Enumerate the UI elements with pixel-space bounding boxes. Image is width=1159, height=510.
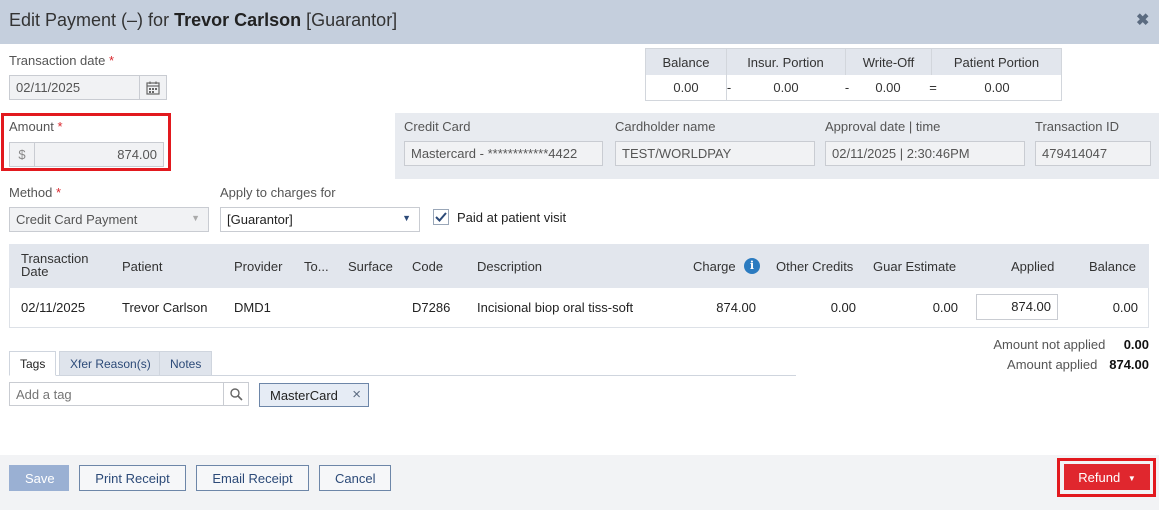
apply-to-select[interactable]: [Guarantor] ▼ [220,207,420,232]
summary-op-minus: - [726,80,732,95]
col-charge[interactable]: Charge [693,259,736,274]
credit-card-label: Credit Card [404,119,471,134]
credit-card-field: Mastercard - ************4422 [404,141,603,166]
currency-prefix: $ [9,142,35,167]
method-value: Credit Card Payment [16,212,138,227]
cell-guar-estimate: 0.00 [932,300,958,315]
col-transaction-date[interactable]: Transaction Date [21,252,88,278]
tab-tags[interactable]: Tags [9,351,57,376]
amount-input[interactable]: 874.00 [34,142,164,167]
search-icon [230,388,243,401]
save-button[interactable]: Save [9,465,69,491]
close-icon[interactable]: ✖ [1136,10,1149,30]
col-balance[interactable]: Balance [1089,259,1136,274]
summary-writeoff: 0.00 [875,80,901,95]
amount-label: Amount * [9,119,63,134]
refund-label: Refund [1078,470,1121,485]
method-select[interactable]: Credit Card Payment ▼ [9,207,209,232]
summary-header-patient: Patient Portion [953,55,1040,70]
summary-header-balance: Balance [662,55,710,70]
amount-applied: Amount applied 874.00 [1007,357,1149,372]
cell-other-credits: 0.00 [830,300,856,315]
tag-chip: MasterCard × [259,383,369,407]
cell-transaction-date: 02/11/2025 [21,300,86,315]
summary-insur: 0.00 [773,80,799,95]
col-tooth[interactable]: To... [304,259,329,274]
cell-patient: Trevor Carlson [122,300,208,315]
remove-tag-icon[interactable]: × [352,386,361,403]
chevron-down-icon: ▼ [191,213,200,223]
paid-at-visit-label: Paid at patient visit [457,210,567,225]
summary-op-equals: = [929,80,937,95]
cardholder-label: Cardholder name [615,119,716,134]
cell-description: Incisional biop oral tiss-soft [477,300,634,315]
title-prefix: Edit Payment (–) for [9,10,170,30]
dialog-title: Edit Payment (–) for Trevor Carlson [Gua… [9,10,397,31]
summary-header-writeoff: Write-Off [862,55,915,70]
table-row: 02/11/2025 Trevor Carlson DMD1 D7286 Inc… [9,288,1149,328]
caret-down-icon: ▼ [1127,474,1136,484]
transaction-id-field: 479414047 [1035,141,1151,166]
title-patient-name: Trevor Carlson [174,10,302,30]
approval-label: Approval date | time [825,119,941,134]
info-icon[interactable]: i [744,258,760,274]
col-applied[interactable]: Applied [1011,259,1054,274]
cardholder-field: TEST/WORLDPAY [615,141,815,166]
cell-code: D7286 [412,300,451,315]
balance-summary: Balance Insur. Portion Write-Off Patient… [645,48,1062,101]
cell-provider: DMD1 [234,300,271,315]
col-surface[interactable]: Surface [348,259,393,274]
col-provider[interactable]: Provider [234,259,282,274]
tab-notes[interactable]: Notes [159,351,213,376]
print-receipt-button[interactable]: Print Receipt [79,465,186,491]
tab-xfer-reasons[interactable]: Xfer Reason(s) [59,351,162,376]
transaction-date-input[interactable]: 02/11/2025 [9,75,140,100]
calendar-icon [146,81,160,95]
chevron-down-icon: ▼ [402,213,411,223]
col-other-credits[interactable]: Other Credits [776,259,853,274]
apply-to-value: [Guarantor] [227,212,293,227]
tag-chip-label: MasterCard [270,388,338,403]
col-code[interactable]: Code [412,259,443,274]
apply-to-label: Apply to charges for [220,185,336,200]
summary-header-insur: Insur. Portion [747,55,824,70]
paid-at-visit-checkbox[interactable] [433,209,449,225]
cell-charge: 874.00 [716,300,756,315]
checkmark-icon [435,212,447,222]
email-receipt-button[interactable]: Email Receipt [196,465,309,491]
cell-balance: 0.00 [1112,300,1138,315]
transaction-date-label: Transaction date * [9,53,115,68]
applied-input[interactable]: 874.00 [976,294,1058,320]
title-role: [Guarantor] [306,10,398,30]
method-label: Method * [9,185,62,200]
col-guar-estimate[interactable]: Guar Estimate [873,259,956,274]
tag-search-button[interactable] [223,382,249,406]
approval-field: 02/11/2025 | 2:30:46PM [825,141,1025,166]
col-patient[interactable]: Patient [122,259,162,274]
summary-balance: 0.00 [673,80,699,95]
cancel-button[interactable]: Cancel [319,465,391,491]
refund-button[interactable]: Refund ▼ [1064,464,1150,490]
amount-not-applied: Amount not applied 0.00 [993,337,1149,352]
summary-patient: 0.00 [984,80,1010,95]
tag-search-input[interactable] [9,382,224,406]
charges-grid-header: Transaction Date Patient Provider To... S… [9,244,1149,288]
calendar-button[interactable] [139,75,167,100]
transaction-id-label: Transaction ID [1035,119,1120,134]
col-description[interactable]: Description [477,259,542,274]
